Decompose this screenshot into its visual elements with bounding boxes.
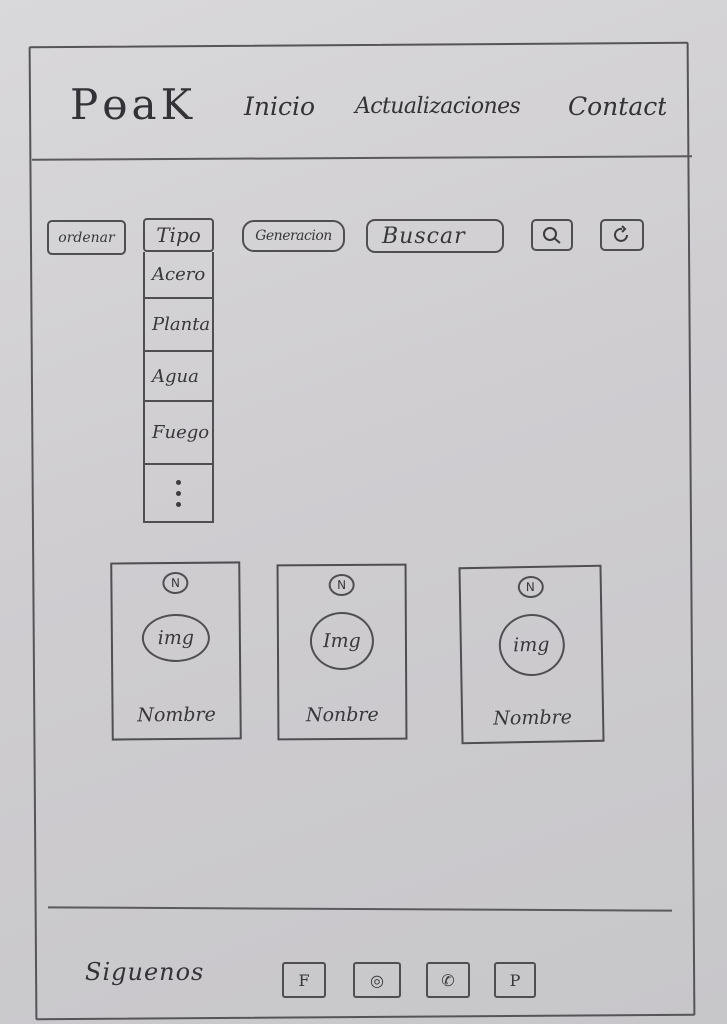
card-name: Nombre	[493, 706, 573, 730]
card-name: Nonbre	[305, 703, 379, 727]
dropdown-item-agua[interactable]: Agua	[145, 352, 212, 402]
more-dot	[176, 501, 181, 507]
card-image: img	[497, 613, 565, 677]
nav-actualizaciones[interactable]: Actualizaciones	[355, 94, 521, 119]
more-dot	[176, 479, 181, 485]
facebook-icon[interactable]: F	[282, 962, 326, 998]
page-frame	[28, 41, 696, 1021]
dropdown-item-fuego[interactable]: Fuego	[145, 402, 212, 465]
search-icon	[543, 227, 561, 244]
search-input[interactable]: Buscar	[366, 219, 504, 253]
card-number-badge: N	[162, 571, 189, 595]
dropdown-item-acero[interactable]: Acero	[145, 252, 212, 299]
instagram-icon[interactable]: ◎	[353, 962, 401, 998]
more-dot	[176, 490, 181, 496]
whatsapp-icon[interactable]: ✆	[426, 962, 470, 998]
card-number-badge: N	[328, 573, 355, 597]
dropdown-more[interactable]	[145, 465, 212, 521]
card-name: Nombre	[137, 703, 216, 727]
card-image: img	[141, 613, 211, 663]
nav-contacto[interactable]: Contacto	[568, 92, 666, 121]
dropdown-item-planta[interactable]: Planta	[145, 299, 212, 352]
pinterest-icon[interactable]: P	[494, 962, 536, 998]
ordenar-button[interactable]: ordenar	[47, 220, 126, 255]
pokemon-card[interactable]: N img Nombre	[110, 561, 242, 741]
tipo-dropdown-button[interactable]: Tipo	[143, 218, 214, 252]
pokemon-card[interactable]: N Img Nonbre	[276, 563, 408, 741]
logo[interactable]: PɵaK	[70, 80, 196, 129]
pokemon-card[interactable]: N img Nombre	[458, 564, 605, 745]
card-image: Img	[309, 611, 375, 671]
nav-inicio[interactable]: Inicio	[244, 92, 315, 121]
refresh-icon	[614, 225, 628, 242]
tipo-dropdown-list: Acero Planta Agua Fuego	[143, 252, 214, 523]
generacion-button[interactable]: Generacion	[242, 220, 345, 252]
card-number-badge: N	[517, 575, 544, 599]
search-button[interactable]	[531, 219, 573, 251]
follow-label: Siguenos	[85, 958, 205, 986]
refresh-button[interactable]	[600, 219, 644, 251]
